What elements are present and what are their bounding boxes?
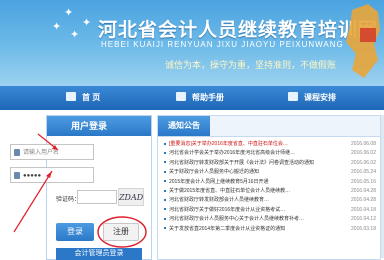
nav-item-help[interactable]: 帮助手册: [176, 86, 224, 110]
bird-icon: ✦: [82, 17, 92, 29]
notice-item[interactable]: 关于发放省直2014年第二季度会计从业资格证的通知 2016.03.18: [164, 225, 376, 234]
notice-item[interactable]: 关于做2015年度省直、中直驻石单位会计人员继续教… 2016.04.28: [164, 187, 376, 196]
notice-title[interactable]: 河北省财政厅转发财政部关于开展《会计法》问卷调查活动的通知: [169, 159, 347, 168]
register-button[interactable]: 注册: [103, 223, 139, 241]
notice-title[interactable]: 关于发放省直2014年第二季度会计从业资格证的通知: [169, 225, 347, 234]
bullet-icon: [164, 161, 166, 164]
notice-title[interactable]: [重要消息]关于举办2016年度省直、中直驻石单位会…: [169, 140, 347, 149]
site-subtitle: HEBEI KUAIJI RENYUAN JIXU JIAOYU PEIXUNW…: [101, 40, 344, 49]
notice-date: 2016.04.18: [350, 206, 376, 213]
tab-notice[interactable]: 通知公告: [158, 116, 210, 136]
notice-item[interactable]: 关于财政厅会计人员服务中心搬迁的通知 2016.05.24: [164, 168, 376, 177]
notice-title[interactable]: 河北省财政厅关于做好2016年度会计从业资格考试…: [169, 206, 347, 215]
calendar-icon: [288, 92, 298, 101]
bullet-icon: [164, 170, 166, 173]
bird-icon: ✦: [64, 7, 74, 19]
book-icon: [176, 92, 186, 101]
hebei-map-icon: [346, 4, 380, 78]
notice-item[interactable]: 河北省会计学会关于举办2016年度河北省高级会计师继… 2016.06.02: [164, 149, 376, 158]
notice-date: 2016.05.16: [350, 178, 376, 185]
notice-date: 2016.06.08: [350, 141, 376, 147]
bullet-icon: [164, 142, 166, 145]
bullet-icon: [164, 208, 166, 211]
notice-date: 2016.05.24: [350, 169, 376, 176]
login-title: 用户登录: [47, 116, 151, 136]
lock-icon: [14, 172, 20, 179]
login-button[interactable]: 登录: [56, 223, 94, 241]
notice-date: 2016.04.28: [350, 197, 376, 204]
bullet-icon: [164, 189, 166, 192]
nav-item-courses[interactable]: 课程安排: [288, 86, 336, 110]
notice-title[interactable]: 关于做2015年度省直、中直驻石单位会计人员继续教…: [169, 187, 347, 196]
notice-date: 2016.04.28: [350, 187, 376, 194]
notice-list: [重要消息]关于举办2016年度省直、中直驻石单位会… 2016.06.08 河北省…: [164, 140, 376, 234]
header-banner: ✦ ✦ ✦ ✦ 河北省会计人员继续教育培训网 HEBEI KUAIJI RENY…: [0, 0, 384, 86]
notice-item[interactable]: 河北省财政厅转发财政部关于开展《会计法》问卷调查活动的通知 2016.06.02: [164, 159, 376, 168]
notice-item[interactable]: [重要消息]关于举办2016年度省直、中直驻石单位会… 2016.06.08: [164, 140, 376, 149]
bullet-icon: [164, 199, 166, 202]
notice-item[interactable]: 河北省财政厅转发财政部会计人员继续教育… 2016.04.28: [164, 196, 376, 205]
captcha-image[interactable]: ZDAD: [118, 188, 144, 206]
notice-date: 2016.04.12: [350, 216, 376, 223]
bird-icon: ✦: [52, 21, 62, 33]
bullet-icon: [164, 227, 166, 230]
notice-panel: 通知公告 [重要消息]关于举办2016年度省直、中直驻石单位会… 2016.06.…: [157, 115, 381, 260]
user-icon: [14, 149, 20, 156]
notice-item[interactable]: 河北省财政厅会计人员服务中心关于会计人员继续教育补考… 2016.04.12: [164, 215, 376, 224]
notice-title[interactable]: 河北省财政厅转发财政部会计人员继续教育…: [169, 196, 347, 205]
notice-title[interactable]: 2015年度会计人员网上继续教育5月16日开通: [169, 178, 347, 187]
main-nav: 首 页 帮助手册 课程安排: [0, 86, 384, 110]
notice-title[interactable]: 河北省财政厅会计人员服务中心关于会计人员继续教育补考…: [169, 215, 347, 224]
bird-icon: ✦: [70, 29, 80, 41]
captcha-input[interactable]: [77, 190, 117, 204]
bullet-icon: [164, 180, 166, 183]
password-field[interactable]: ●●●●●: [10, 167, 94, 183]
notice-date: 2016.03.18: [350, 225, 376, 232]
notice-header: 通知公告: [158, 116, 380, 137]
home-icon: [66, 92, 76, 101]
site-slogan: 诚信为本，操守为重，坚持准则，不做假账: [165, 60, 337, 70]
nav-item-home[interactable]: 首 页: [66, 86, 100, 110]
username-field[interactable]: 请输入用户名: [10, 144, 94, 160]
admin-login-button[interactable]: 会计管理员登录: [56, 248, 142, 260]
bullet-icon: [164, 217, 166, 220]
notice-title[interactable]: 关于财政厅会计人员服务中心搬迁的通知: [169, 168, 347, 177]
notice-item[interactable]: 河北省财政厅关于做好2016年度会计从业资格考试… 2016.04.18: [164, 206, 376, 215]
notice-item[interactable]: 2015年度会计人员网上继续教育5月16日开通 2016.05.16: [164, 178, 376, 187]
bullet-icon: [164, 152, 166, 155]
notice-date: 2016.06.02: [350, 159, 376, 166]
notice-date: 2016.06.02: [350, 150, 376, 157]
notice-title[interactable]: 河北省会计学会关于举办2016年度河北省高级会计师继…: [169, 149, 347, 158]
